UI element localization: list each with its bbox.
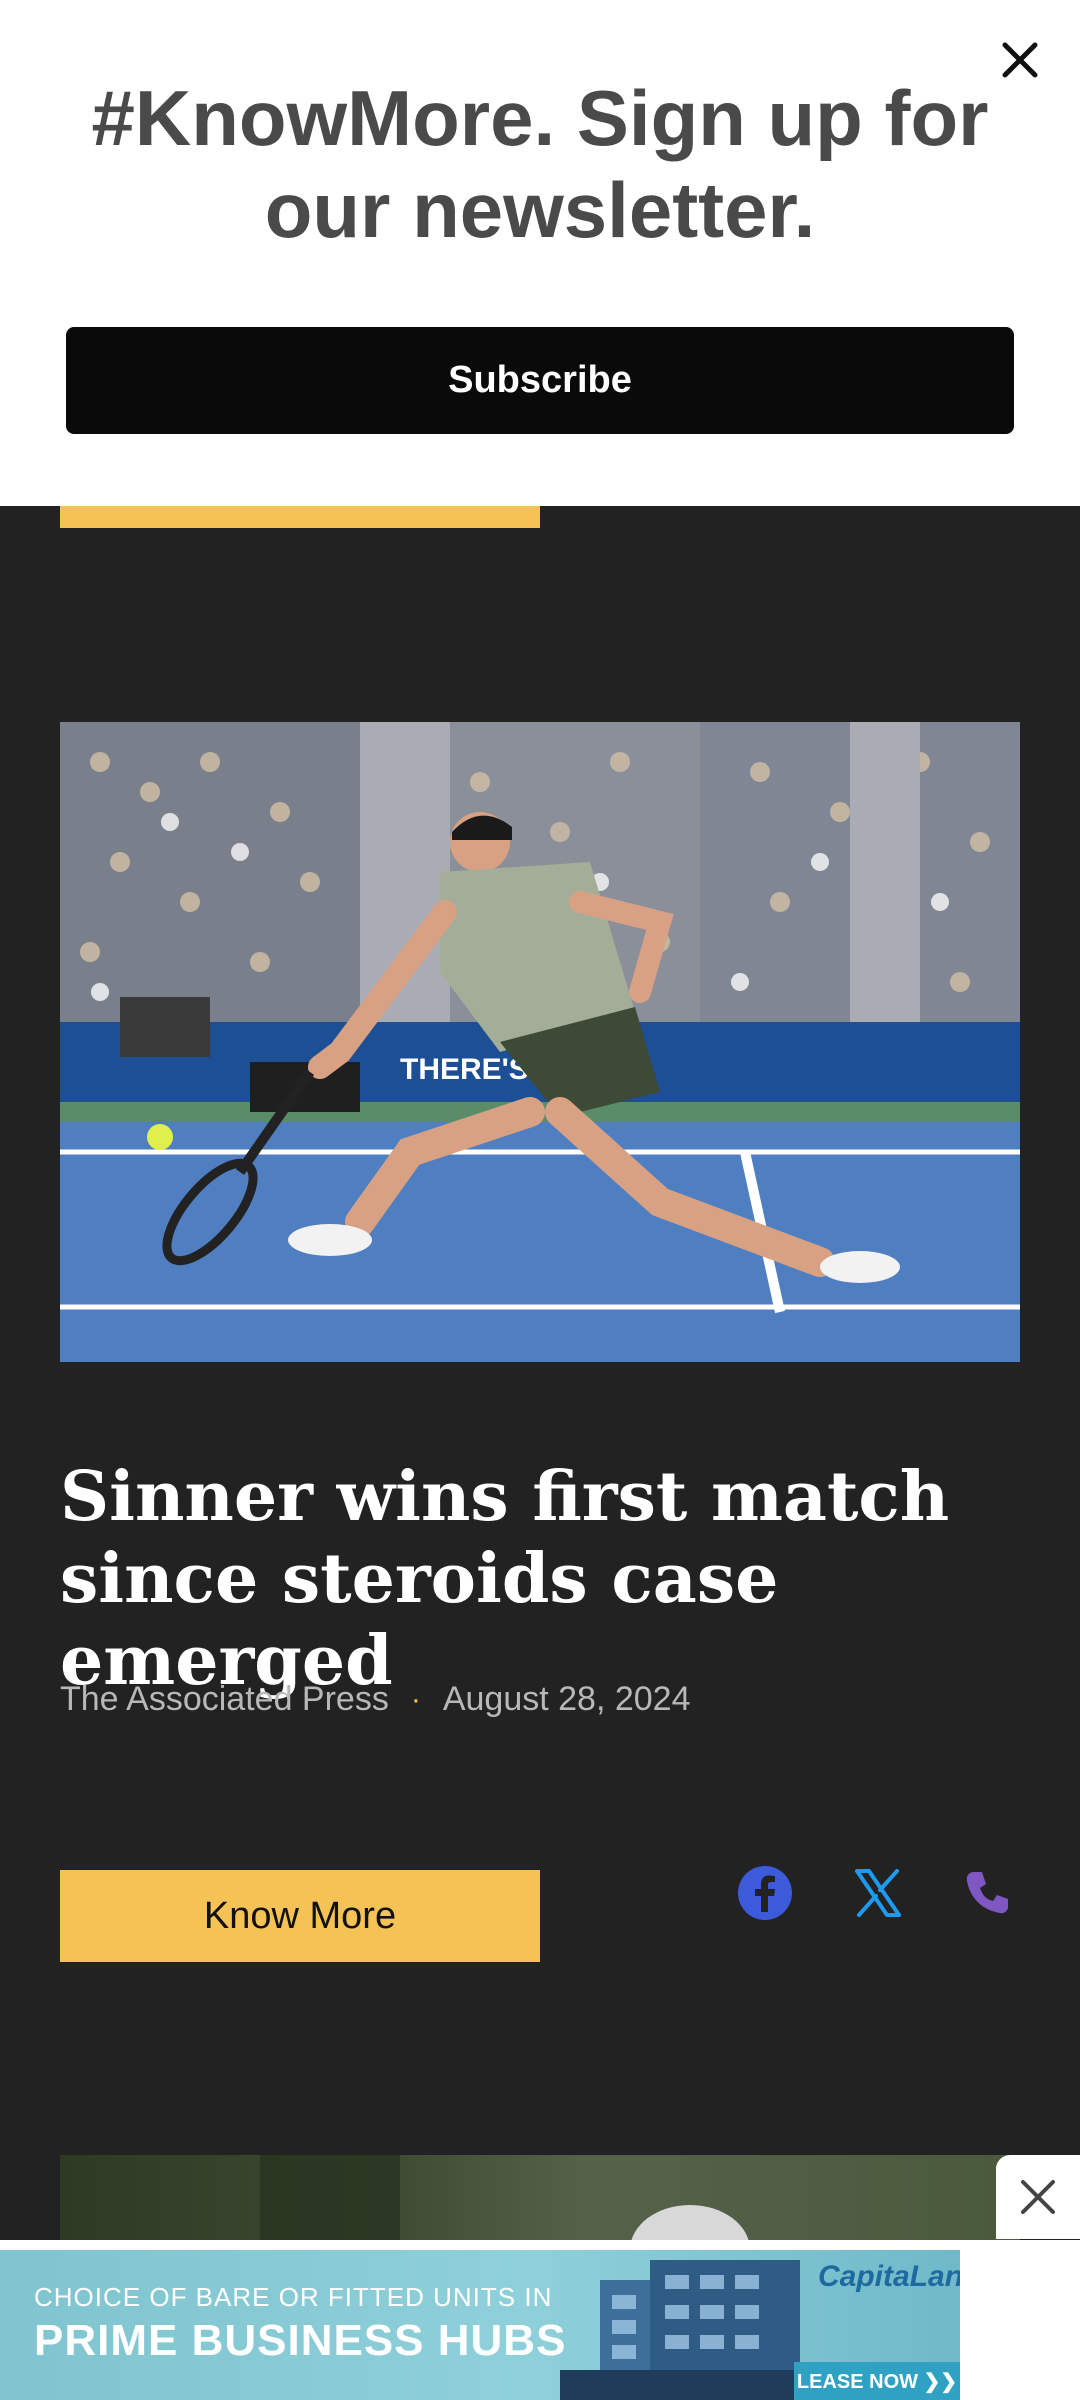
image-banner-text: THERE'S [400,1053,529,1086]
facebook-icon [738,1866,792,1920]
ad-brand-logo: CapitaLand [818,2260,960,2293]
x-logo-icon [855,1869,901,1917]
article-image[interactable]: THERE'S [60,722,1020,1362]
ad-line-2: PRIME BUSINESS HUBS [34,2316,567,2365]
ad-cta-button[interactable]: LEASE NOW ❯❯ [794,2362,960,2400]
share-x-button[interactable] [843,1858,913,1928]
article-headline[interactable]: Sinner wins first match since steroids c… [60,1456,1040,1702]
ad-close-button[interactable] [996,2155,1080,2239]
article-meta: The Associated Press · August 28, 2024 [60,1680,690,1719]
ad-banner[interactable]: CHOICE OF BARE OR FITTED UNITS IN PRIME … [0,2240,1080,2400]
ad-line-1: CHOICE OF BARE OR FITTED UNITS IN [34,2282,553,2312]
share-phone-button[interactable] [952,1858,1022,1928]
subscribe-button[interactable]: Subscribe [66,327,1014,434]
close-icon [1021,2180,1055,2214]
meta-separator: · [410,1682,421,1716]
newsletter-popup: #KnowMore. Sign up for our newsletter. S… [0,0,1080,506]
ad-creative[interactable]: CHOICE OF BARE OR FITTED UNITS IN PRIME … [0,2250,960,2400]
share-facebook-button[interactable] [730,1858,800,1928]
article-date: August 28, 2024 [442,1680,691,1718]
newsletter-title: #KnowMore. Sign up for our newsletter. [91,74,989,254]
phone-icon [966,1872,1008,1914]
know-more-button[interactable]: Know More [60,1870,540,1962]
article-source: The Associated Press [60,1680,389,1718]
